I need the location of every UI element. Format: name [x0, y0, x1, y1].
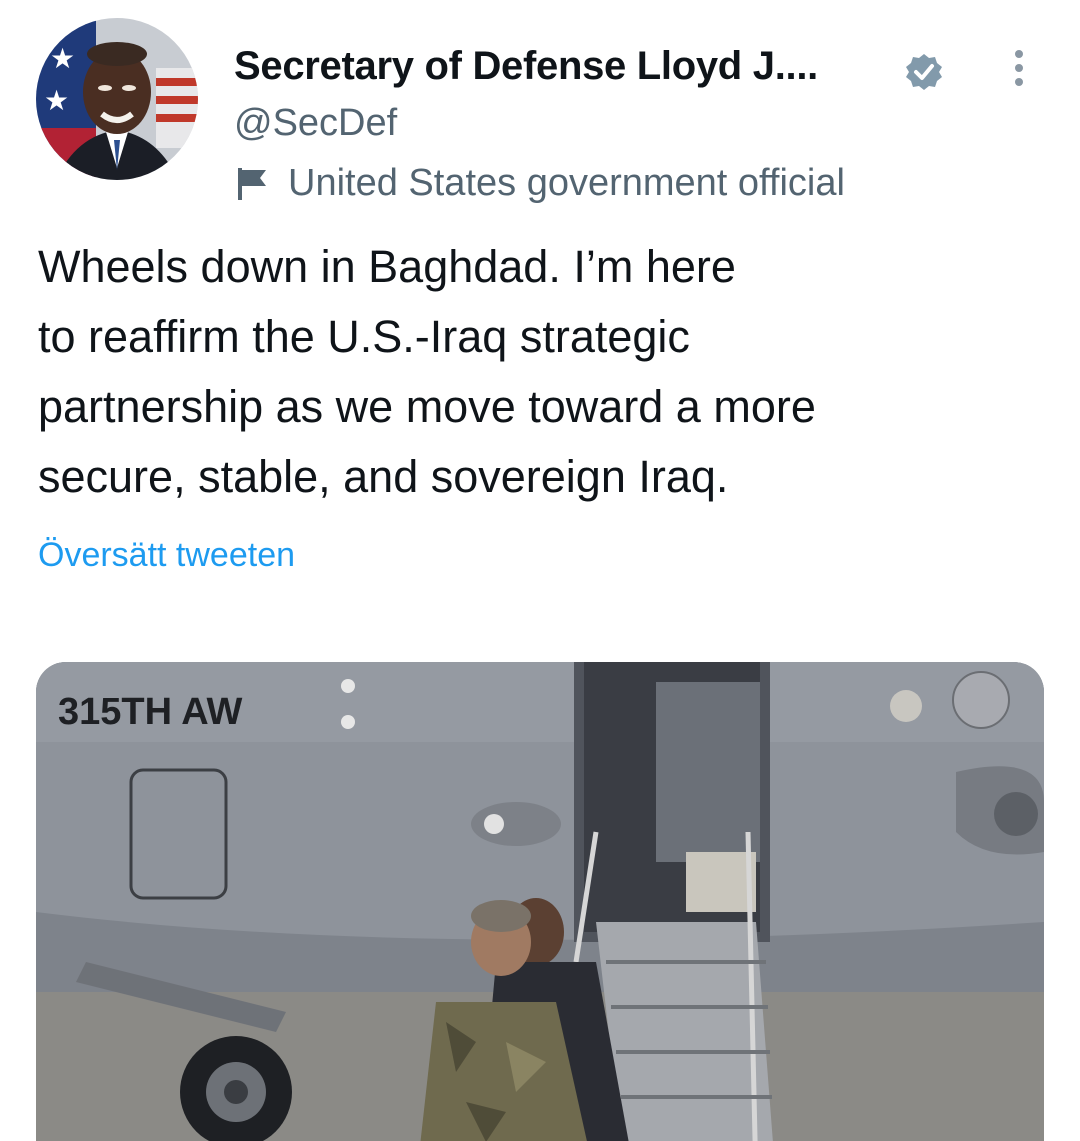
- aircraft-marking: 315TH AW: [58, 691, 243, 733]
- svg-text:★: ★: [50, 42, 75, 75]
- tweet-line: secure, stable, and sovereign Iraq.: [38, 451, 729, 502]
- profile-photo: ★ ★: [36, 18, 198, 180]
- aircraft-photo: 315TH AW: [36, 662, 1044, 1141]
- avatar[interactable]: ★ ★: [36, 18, 198, 180]
- display-name[interactable]: Secretary of Defense Lloyd J....: [234, 44, 818, 89]
- tweet[interactable]: ★ ★ Secretary of Defense Lloyd J.... @Se…: [0, 0, 1080, 1141]
- tweet-line: Wheels down in Baghdad. I’m here: [38, 241, 736, 292]
- tweet-line: partnership as we move toward a more: [38, 381, 816, 432]
- tweet-line: to reaffirm the U.S.-Iraq strategic: [38, 311, 690, 362]
- verified-badge-icon[interactable]: [904, 52, 944, 92]
- svg-text:★: ★: [44, 84, 69, 117]
- tweet-media[interactable]: 315TH AW: [36, 662, 1044, 1141]
- flag-icon: [238, 168, 266, 200]
- government-label: United States government official: [288, 162, 845, 204]
- user-handle[interactable]: @SecDef: [234, 102, 397, 145]
- tweet-text: Wheels down in Baghdad. I’m here to reaf…: [38, 232, 1038, 512]
- more-options-icon[interactable]: [1004, 46, 1034, 90]
- translate-tweet-link[interactable]: Översätt tweeten: [38, 536, 295, 575]
